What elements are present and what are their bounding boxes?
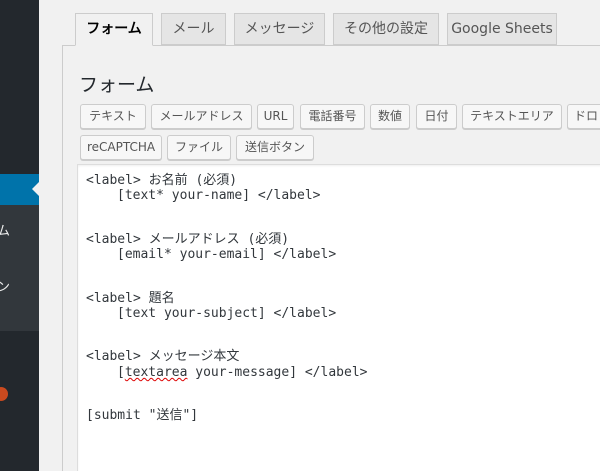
tab-messages[interactable]: メッセージ: [234, 13, 325, 45]
tag-button-text[interactable]: テキスト: [80, 104, 146, 129]
tag-button-submit[interactable]: 送信ボタン: [236, 135, 314, 160]
sidebar-submenu-item-fragment[interactable]: ム: [0, 220, 10, 239]
spellcheck-underline: textarea: [124, 365, 188, 380]
sidebar-current-arrow: [32, 181, 40, 197]
cf7-form-editor-screen: ム ン フォーム メール メッセージ その他の設定 Google Sheets …: [0, 0, 600, 471]
code-line: <label> メールアドレス (必須): [86, 232, 290, 247]
code-line: <label> 題名: [86, 291, 175, 306]
tag-button-textarea[interactable]: テキストエリア: [462, 104, 562, 129]
tab-google-sheets[interactable]: Google Sheets: [447, 13, 557, 45]
code-line: <label> メッセージ本文: [86, 349, 240, 364]
code-line: [email* your-email] </label>: [117, 247, 337, 262]
admin-sidebar: ム ン: [0, 0, 39, 471]
tag-button-number[interactable]: 数値: [370, 104, 410, 129]
code-line: <label> お名前 (必須): [86, 173, 238, 188]
tag-button-email[interactable]: メールアドレス: [151, 104, 252, 129]
tag-button-file[interactable]: ファイル: [167, 135, 231, 160]
tab-mail[interactable]: メール: [161, 13, 226, 45]
code-line: [text your-subject] </label>: [117, 306, 337, 321]
panel-title: フォーム: [79, 74, 155, 96]
tag-button-tel[interactable]: 電話番号: [300, 104, 365, 129]
code-line-textarea: [textarea your-message] </label>: [117, 365, 368, 380]
notification-badge: [0, 387, 8, 401]
tab-additional-settings[interactable]: その他の設定: [333, 13, 439, 45]
tab-form[interactable]: フォーム: [75, 13, 153, 46]
sidebar-submenu-item-fragment[interactable]: ン: [0, 276, 10, 295]
code-line: [text* your-name] </label>: [117, 188, 321, 203]
tag-button-dropdown[interactable]: ドロ: [567, 104, 600, 129]
code-line: [submit "送信"]: [86, 408, 199, 423]
code-line-rest: your-message] </label>: [187, 365, 368, 380]
tag-button-date[interactable]: 日付: [416, 104, 457, 129]
tag-button-url[interactable]: URL: [257, 104, 294, 129]
tag-button-recaptcha[interactable]: reCAPTCHA: [80, 135, 162, 160]
